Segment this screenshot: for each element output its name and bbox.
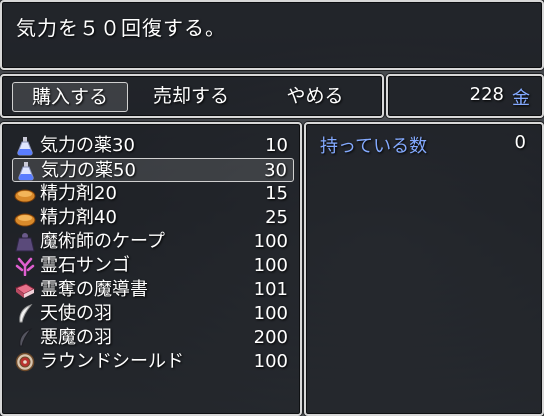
cape-icon	[15, 233, 35, 252]
list-item[interactable]: 霊石サンゴ 100	[12, 254, 294, 278]
list-item[interactable]: 天使の羽 100	[12, 302, 294, 326]
command-window: 購入する 売却する やめる	[0, 74, 384, 118]
gold-window: 228 金	[386, 74, 544, 118]
sell-command[interactable]: 売却する	[138, 82, 244, 110]
item-price: 30	[264, 160, 287, 181]
gold-amount: 228	[469, 84, 504, 105]
item-price: 15	[265, 183, 288, 204]
item-name: 天使の羽	[40, 303, 112, 324]
owned-count-label: 持っている数	[320, 136, 428, 157]
owned-count-value: 0	[514, 132, 526, 153]
item-price: 25	[265, 207, 288, 228]
item-name: 魔術師のケープ	[40, 231, 165, 252]
item-name: 気力の薬50	[41, 160, 136, 181]
list-item[interactable]: 気力の薬50 30	[12, 158, 294, 182]
potion-icon	[18, 162, 34, 181]
list-item[interactable]: 魔術師のケープ 100	[12, 230, 294, 254]
item-price: 100	[253, 231, 288, 252]
item-name: ラウンドシールド	[40, 351, 184, 372]
help-window: 気力を５０回復する。	[0, 0, 544, 70]
item-price: 200	[253, 327, 288, 348]
item-name: 気力の薬30	[40, 135, 135, 156]
potion-icon	[17, 137, 33, 156]
item-name: 霊奪の魔導書	[40, 279, 148, 300]
item-price: 100	[253, 255, 288, 276]
item-price: 101	[253, 279, 288, 300]
list-item[interactable]: 精力剤20 15	[12, 182, 294, 206]
coral-icon	[15, 257, 35, 276]
item-name: 悪魔の羽	[40, 327, 112, 348]
bread-icon	[14, 213, 36, 227]
status-window: 持っている数 0	[304, 122, 544, 416]
white-feather-icon	[19, 304, 33, 323]
item-name: 精力剤40	[40, 207, 117, 228]
dark-feather-icon	[19, 328, 33, 347]
item-name: 精力剤20	[40, 183, 117, 204]
item-list-window: 気力の薬30 10 気力の薬50 30 精力剤20 15 精力剤40 25 魔術…	[0, 122, 302, 416]
list-item[interactable]: 霊奪の魔導書 101	[12, 278, 294, 302]
item-price: 100	[253, 303, 288, 324]
help-text: 気力を５０回復する。	[16, 16, 226, 40]
gold-unit: 金	[512, 88, 530, 109]
list-item[interactable]: ラウンドシールド 100	[12, 350, 294, 374]
item-name: 霊石サンゴ	[40, 255, 130, 276]
list-item[interactable]: 悪魔の羽 200	[12, 326, 294, 350]
shield-icon	[15, 352, 35, 372]
book-icon	[14, 283, 36, 298]
list-item[interactable]: 気力の薬30 10	[12, 134, 294, 158]
cancel-command[interactable]: やめる	[262, 82, 368, 110]
buy-command[interactable]: 購入する	[12, 82, 128, 112]
item-price: 10	[265, 135, 288, 156]
bread-icon	[14, 189, 36, 203]
item-price: 100	[253, 351, 288, 372]
list-item[interactable]: 精力剤40 25	[12, 206, 294, 230]
